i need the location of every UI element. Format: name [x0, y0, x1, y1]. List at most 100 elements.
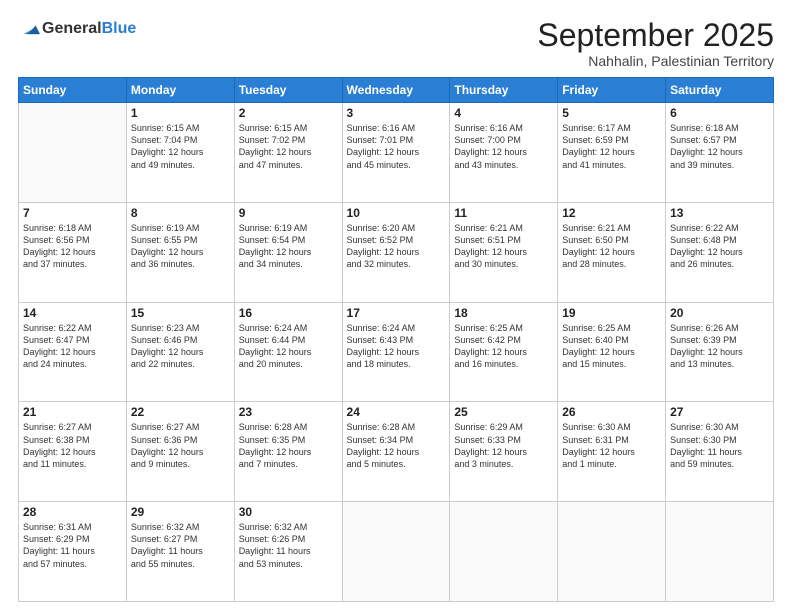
- calendar-cell: 6 Sunrise: 6:18 AMSunset: 6:57 PMDaylight…: [666, 103, 774, 203]
- cell-content: Sunrise: 6:25 AMSunset: 6:40 PMDaylight:…: [562, 322, 661, 371]
- cell-content: Sunrise: 6:15 AMSunset: 7:04 PMDaylight:…: [131, 122, 230, 171]
- cell-content: Sunrise: 6:27 AMSunset: 6:36 PMDaylight:…: [131, 421, 230, 470]
- day-number: 26: [562, 405, 661, 419]
- cell-content: Sunrise: 6:19 AMSunset: 6:55 PMDaylight:…: [131, 222, 230, 271]
- cell-content: Sunrise: 6:19 AMSunset: 6:54 PMDaylight:…: [239, 222, 338, 271]
- weekday-header-row: Sunday Monday Tuesday Wednesday Thursday…: [19, 78, 774, 103]
- day-number: 14: [23, 306, 122, 320]
- calendar-cell: 9Sunrise: 6:19 AMSunset: 6:54 PMDaylight…: [234, 202, 342, 302]
- calendar-cell: 24Sunrise: 6:28 AMSunset: 6:34 PMDayligh…: [342, 402, 450, 502]
- cell-content: Sunrise: 6:24 AMSunset: 6:44 PMDaylight:…: [239, 322, 338, 371]
- day-number: 18: [454, 306, 553, 320]
- calendar-cell: 26 Sunrise: 6:30 AMSunset: 6:31 PMDayligh…: [558, 402, 666, 502]
- day-number: 23: [239, 405, 338, 419]
- cell-content: Sunrise: 6:22 AMSunset: 6:47 PMDaylight:…: [23, 322, 122, 371]
- calendar-cell: 3Sunrise: 6:16 AMSunset: 7:01 PMDaylight…: [342, 103, 450, 203]
- calendar-cell: 29 Sunrise: 6:32 AMSunset: 6:27 PMDayligh…: [126, 502, 234, 602]
- cell-content: Sunrise: 6:30 AMSunset: 6:31 PMDaylight:…: [562, 421, 661, 470]
- cell-content: Sunrise: 6:25 AMSunset: 6:42 PMDaylight:…: [454, 322, 553, 371]
- calendar-cell: 2 Sunrise: 6:15 AMSunset: 7:02 PMDaylight…: [234, 103, 342, 203]
- calendar-cell: 20 Sunrise: 6:26 AMSunset: 6:39 PMDayligh…: [666, 302, 774, 402]
- title-block: September 2025 Nahhalin, Palestinian Ter…: [537, 18, 774, 69]
- calendar-cell: 18 Sunrise: 6:25 AMSunset: 6:42 PMDayligh…: [450, 302, 558, 402]
- calendar-cell: 10 Sunrise: 6:20 AMSunset: 6:52 PMDayligh…: [342, 202, 450, 302]
- header-saturday: Saturday: [666, 78, 774, 103]
- cell-content: Sunrise: 6:20 AMSunset: 6:52 PMDaylight:…: [347, 222, 446, 271]
- day-number: 30: [239, 505, 338, 519]
- header-wednesday: Wednesday: [342, 78, 450, 103]
- calendar-week-row-4: 28Sunrise: 6:31 AMSunset: 6:29 PMDayligh…: [19, 502, 774, 602]
- cell-content: Sunrise: 6:28 AMSunset: 6:35 PMDaylight:…: [239, 421, 338, 470]
- cell-content: Sunrise: 6:30 AMSunset: 6:30 PMDaylight:…: [670, 421, 769, 470]
- calendar-cell: 25Sunrise: 6:29 AMSunset: 6:33 PMDayligh…: [450, 402, 558, 502]
- calendar-cell: [342, 502, 450, 602]
- calendar-week-row-1: 7Sunrise: 6:18 AMSunset: 6:56 PMDaylight…: [19, 202, 774, 302]
- day-number: 29: [131, 505, 230, 519]
- day-number: 10: [347, 206, 446, 220]
- calendar-cell: 27 Sunrise: 6:30 AMSunset: 6:30 PMDayligh…: [666, 402, 774, 502]
- calendar-cell: [19, 103, 127, 203]
- day-number: 7: [23, 206, 122, 220]
- day-number: 5: [562, 106, 661, 120]
- day-number: 12: [562, 206, 661, 220]
- day-number: 6: [670, 106, 769, 120]
- calendar-cell: 17Sunrise: 6:24 AMSunset: 6:43 PMDayligh…: [342, 302, 450, 402]
- day-number: 15: [131, 306, 230, 320]
- calendar-cell: 15 Sunrise: 6:23 AMSunset: 6:46 PMDayligh…: [126, 302, 234, 402]
- day-number: 11: [454, 206, 553, 220]
- day-number: 3: [347, 106, 446, 120]
- calendar-cell: [558, 502, 666, 602]
- location: Nahhalin, Palestinian Territory: [537, 53, 774, 69]
- day-number: 24: [347, 405, 446, 419]
- calendar-cell: 5 Sunrise: 6:17 AMSunset: 6:59 PMDaylight…: [558, 103, 666, 203]
- header-tuesday: Tuesday: [234, 78, 342, 103]
- cell-content: Sunrise: 6:22 AMSunset: 6:48 PMDaylight:…: [670, 222, 769, 271]
- calendar-cell: 7Sunrise: 6:18 AMSunset: 6:56 PMDaylight…: [19, 202, 127, 302]
- day-number: 1: [131, 106, 230, 120]
- logo-general: General: [42, 20, 102, 37]
- calendar-cell: 28Sunrise: 6:31 AMSunset: 6:29 PMDayligh…: [19, 502, 127, 602]
- cell-content: Sunrise: 6:23 AMSunset: 6:46 PMDaylight:…: [131, 322, 230, 371]
- day-number: 4: [454, 106, 553, 120]
- calendar-cell: 12 Sunrise: 6:21 AMSunset: 6:50 PMDayligh…: [558, 202, 666, 302]
- calendar-cell: 1 Sunrise: 6:15 AMSunset: 7:04 PMDaylight…: [126, 103, 234, 203]
- cell-content: Sunrise: 6:17 AMSunset: 6:59 PMDaylight:…: [562, 122, 661, 171]
- day-number: 13: [670, 206, 769, 220]
- cell-content: Sunrise: 6:21 AMSunset: 6:50 PMDaylight:…: [562, 222, 661, 271]
- calendar-cell: 8 Sunrise: 6:19 AMSunset: 6:55 PMDaylight…: [126, 202, 234, 302]
- calendar-table: Sunday Monday Tuesday Wednesday Thursday…: [18, 77, 774, 602]
- calendar-cell: 23 Sunrise: 6:28 AMSunset: 6:35 PMDayligh…: [234, 402, 342, 502]
- header-friday: Friday: [558, 78, 666, 103]
- page: GeneralBlue September 2025 Nahhalin, Pal…: [0, 0, 792, 612]
- day-number: 2: [239, 106, 338, 120]
- header: GeneralBlue September 2025 Nahhalin, Pal…: [18, 18, 774, 69]
- cell-content: Sunrise: 6:27 AMSunset: 6:38 PMDaylight:…: [23, 421, 122, 470]
- cell-content: Sunrise: 6:26 AMSunset: 6:39 PMDaylight:…: [670, 322, 769, 371]
- calendar-cell: 21Sunrise: 6:27 AMSunset: 6:38 PMDayligh…: [19, 402, 127, 502]
- month-title: September 2025: [537, 18, 774, 53]
- header-sunday: Sunday: [19, 78, 127, 103]
- calendar-cell: 30Sunrise: 6:32 AMSunset: 6:26 PMDayligh…: [234, 502, 342, 602]
- logo: GeneralBlue: [18, 18, 136, 40]
- logo-blue: Blue: [102, 20, 137, 37]
- day-number: 20: [670, 306, 769, 320]
- calendar-cell: [666, 502, 774, 602]
- cell-content: Sunrise: 6:29 AMSunset: 6:33 PMDaylight:…: [454, 421, 553, 470]
- calendar-week-row-3: 21Sunrise: 6:27 AMSunset: 6:38 PMDayligh…: [19, 402, 774, 502]
- calendar-cell: 4 Sunrise: 6:16 AMSunset: 7:00 PMDaylight…: [450, 103, 558, 203]
- header-monday: Monday: [126, 78, 234, 103]
- day-number: 19: [562, 306, 661, 320]
- calendar-cell: 14 Sunrise: 6:22 AMSunset: 6:47 PMDayligh…: [19, 302, 127, 402]
- cell-content: Sunrise: 6:24 AMSunset: 6:43 PMDaylight:…: [347, 322, 446, 371]
- cell-content: Sunrise: 6:16 AMSunset: 7:00 PMDaylight:…: [454, 122, 553, 171]
- cell-content: Sunrise: 6:21 AMSunset: 6:51 PMDaylight:…: [454, 222, 553, 271]
- calendar-cell: 22Sunrise: 6:27 AMSunset: 6:36 PMDayligh…: [126, 402, 234, 502]
- cell-content: Sunrise: 6:15 AMSunset: 7:02 PMDaylight:…: [239, 122, 338, 171]
- day-number: 27: [670, 405, 769, 419]
- calendar-week-row-0: 1 Sunrise: 6:15 AMSunset: 7:04 PMDaylight…: [19, 103, 774, 203]
- calendar-cell: 11 Sunrise: 6:21 AMSunset: 6:51 PMDayligh…: [450, 202, 558, 302]
- calendar-cell: 13 Sunrise: 6:22 AMSunset: 6:48 PMDayligh…: [666, 202, 774, 302]
- cell-content: Sunrise: 6:32 AMSunset: 6:27 PMDaylight:…: [131, 521, 230, 570]
- day-number: 8: [131, 206, 230, 220]
- cell-content: Sunrise: 6:18 AMSunset: 6:57 PMDaylight:…: [670, 122, 769, 171]
